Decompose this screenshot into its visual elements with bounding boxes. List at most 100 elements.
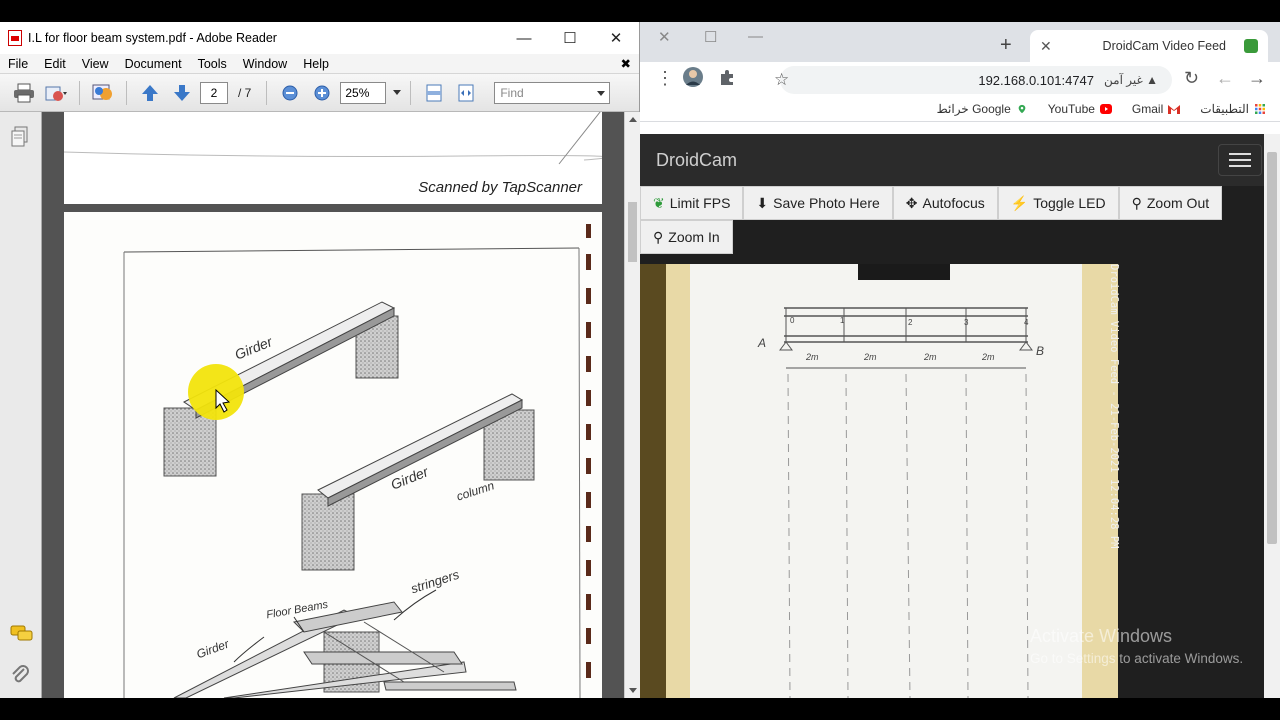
- menu-tools[interactable]: Tools: [190, 57, 235, 71]
- apps-grid-icon: [1255, 103, 1265, 114]
- previous-page-icon[interactable]: [136, 80, 164, 106]
- menu-window[interactable]: Window: [235, 57, 295, 71]
- chrome-scroll-thumb[interactable]: [1267, 152, 1277, 544]
- share-icon[interactable]: [42, 80, 70, 106]
- fit-width-icon[interactable]: [452, 80, 480, 106]
- bookmark-star-icon[interactable]: ☆: [774, 70, 789, 90]
- pages-icon[interactable]: [10, 126, 30, 153]
- video-timestamp-text: DroidCam Video Feed - 21-Feb-2021 12:04:…: [1108, 264, 1120, 549]
- toolbar-separator: [126, 80, 127, 105]
- bookmark-youtube[interactable]: YouTube: [1048, 102, 1112, 116]
- forward-icon[interactable]: →: [1248, 68, 1266, 89]
- save-photo-label: Save Photo Here: [773, 195, 880, 211]
- fit-page-icon[interactable]: [420, 80, 448, 106]
- reader-titlebar: I.L for floor beam system.pdf - Adobe Re…: [0, 22, 639, 54]
- gmail-icon: [1168, 104, 1181, 114]
- page-number-input[interactable]: 2: [200, 81, 228, 104]
- paper-span-2: 2m: [864, 352, 877, 362]
- bookmark-apps[interactable]: التطبيقات: [1200, 102, 1266, 116]
- limit-fps-button[interactable]: ❦ Limit FPS: [640, 186, 744, 220]
- chrome-toolbar: ⋮ ☆ 192.168.0.101:4747 غير آمن ▲ ↻ ← →: [640, 62, 1280, 96]
- droidcam-brand[interactable]: DroidCam: [656, 150, 737, 171]
- comments-icon[interactable]: [10, 624, 34, 649]
- zoom-level-value: 25%: [345, 85, 370, 100]
- tab-close-icon[interactable]: ✕: [1040, 38, 1052, 55]
- toggle-led-button[interactable]: ⚡ Toggle LED: [997, 186, 1119, 220]
- zoom-out-icon[interactable]: [276, 80, 304, 106]
- chrome-vertical-scrollbar[interactable]: [1264, 134, 1280, 698]
- droidcam-page: DroidCam ❦ Limit FPS ⬇ Save Photo Here ✥ Au…: [640, 134, 1280, 698]
- screen: I.L for floor beam system.pdf - Adobe Re…: [0, 0, 1280, 720]
- reader-vertical-scrollbar[interactable]: [624, 112, 640, 698]
- structural-sketch: [123, 224, 591, 698]
- pdf-file-icon: [8, 30, 22, 46]
- bookmark-apps-label: التطبيقات: [1200, 101, 1249, 116]
- zoom-dropdown-icon[interactable]: [393, 90, 402, 95]
- reader-nav-panel: [0, 112, 42, 698]
- activate-windows-watermark: Activate Windows Go to Settings to activ…: [1030, 626, 1270, 666]
- zoom-in-icon[interactable]: [308, 80, 336, 106]
- scanned-by-label: Scanned by TapScanner: [418, 179, 582, 196]
- zoom-out-magnifier-icon: ⚲: [1131, 194, 1142, 211]
- print-icon[interactable]: [10, 80, 38, 106]
- back-icon[interactable]: ←: [1216, 68, 1234, 89]
- security-label: غير آمن: [1104, 73, 1143, 87]
- zoom-out-button[interactable]: ⚲ Zoom Out: [1118, 186, 1223, 220]
- tab-title: DroidCam Video Feed: [1102, 39, 1226, 53]
- window-maximize-icon[interactable]: ☐: [704, 28, 717, 46]
- window-minimize-icon[interactable]: —: [748, 28, 763, 45]
- reader-window-title: I.L for floor beam system.pdf - Adobe Re…: [28, 31, 277, 45]
- zoom-in-magnifier-icon: ⚲: [653, 228, 664, 245]
- autofocus-label: Autofocus: [922, 195, 985, 211]
- security-warning[interactable]: غير آمن ▲: [1104, 73, 1158, 87]
- reload-icon[interactable]: ↻: [1184, 68, 1199, 89]
- tab-droidcam[interactable]: DroidCam Video Feed ✕: [1030, 30, 1268, 62]
- paper-node-2: 2: [908, 318, 913, 327]
- toolbar-separator: [266, 80, 268, 105]
- paper-span-1: 2m: [806, 352, 819, 362]
- zoom-level-select[interactable]: 25%: [340, 81, 387, 104]
- paper-span-3: 2m: [924, 352, 937, 362]
- profile-avatar[interactable]: [682, 66, 704, 93]
- next-page-icon[interactable]: [168, 80, 196, 106]
- bookmark-maps[interactable]: خرائط Google: [937, 102, 1028, 116]
- droidcam-controls: ❦ Limit FPS ⬇ Save Photo Here ✥ Autofocus ⚡…: [640, 186, 1240, 254]
- find-input[interactable]: Find: [494, 81, 611, 104]
- scroll-thumb[interactable]: [628, 202, 637, 262]
- zoom-in-label: Zoom In: [668, 229, 720, 245]
- toolbar-separator: [79, 80, 80, 105]
- extensions-icon[interactable]: [718, 68, 736, 91]
- scroll-up-icon[interactable]: [629, 117, 637, 122]
- menu-document[interactable]: Document: [117, 57, 190, 71]
- autofocus-button[interactable]: ✥ Autofocus: [892, 186, 998, 220]
- letterbox-top: [0, 0, 1280, 22]
- bookmark-gmail[interactable]: Gmail: [1132, 102, 1181, 116]
- window-close-icon[interactable]: ✕: [658, 28, 671, 46]
- address-bar[interactable]: ☆ 192.168.0.101:4747 غير آمن ▲: [774, 66, 1172, 94]
- zoom-in-button[interactable]: ⚲ Zoom In: [640, 220, 733, 254]
- letterbox-bottom: [0, 698, 1280, 720]
- save-photo-button[interactable]: ⬇ Save Photo Here: [743, 186, 893, 220]
- menu-view[interactable]: View: [74, 57, 117, 71]
- attachment-icon[interactable]: [10, 664, 30, 691]
- maximize-button[interactable]: ☐: [547, 22, 593, 54]
- menu-edit[interactable]: Edit: [36, 57, 74, 71]
- paper-label-b: B: [1036, 344, 1045, 358]
- paper-span-4: 2m: [982, 352, 995, 362]
- new-tab-icon[interactable]: +: [1000, 34, 1012, 57]
- warning-icon: ▲: [1146, 73, 1158, 87]
- scroll-down-icon[interactable]: [629, 688, 637, 693]
- menu-dots-icon[interactable]: ⋮: [656, 68, 674, 89]
- leaf-icon: ❦: [653, 194, 665, 211]
- activate-windows-subtitle: Go to Settings to activate Windows.: [1030, 651, 1244, 666]
- hamburger-menu-button[interactable]: [1218, 144, 1262, 176]
- close-button[interactable]: ✕: [593, 22, 639, 54]
- menu-help[interactable]: Help: [295, 57, 337, 71]
- menu-file[interactable]: File: [0, 57, 36, 71]
- minimize-button[interactable]: —: [501, 22, 547, 54]
- reader-menubar: File Edit View Document Tools Window Hel…: [0, 54, 639, 74]
- close-document-icon[interactable]: ✖: [613, 56, 639, 71]
- bookmark-youtube-label: YouTube: [1047, 101, 1095, 116]
- bookmark-maps-label: خرائط Google: [936, 101, 1011, 116]
- collaborate-icon[interactable]: [89, 80, 117, 106]
